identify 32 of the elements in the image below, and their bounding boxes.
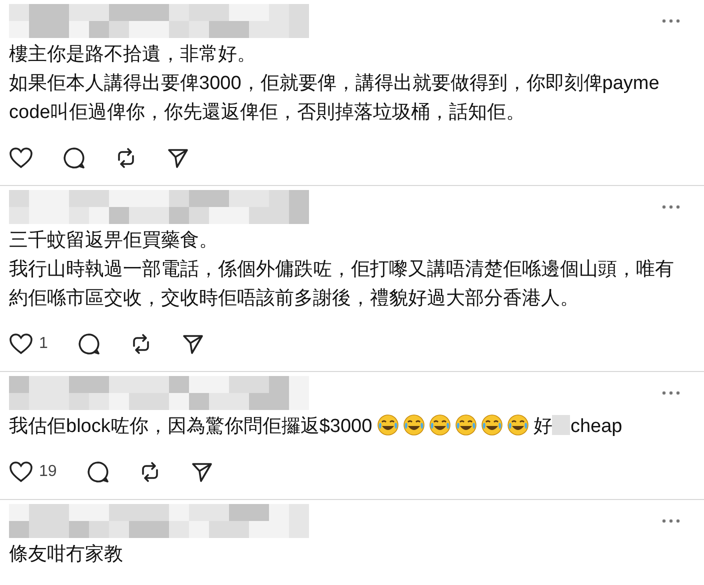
like-button[interactable]: 1 <box>9 333 48 355</box>
laughing-emoji-icon <box>481 414 504 436</box>
send-icon[interactable] <box>167 147 189 169</box>
heart-icon <box>9 461 33 483</box>
more-options-icon[interactable] <box>662 519 680 523</box>
comment-icon[interactable] <box>63 147 85 169</box>
comment-text: 三千蚊留返畀佢買藥食。 <box>9 229 219 253</box>
more-options-icon[interactable] <box>662 391 680 395</box>
like-count: 19 <box>39 463 57 481</box>
comment-text: 樓主你是路不拾遺，非常好。 <box>9 43 257 67</box>
blurred-word <box>552 415 570 435</box>
laughing-emoji-icon <box>507 414 530 436</box>
like-button[interactable] <box>9 147 33 169</box>
comment-icon[interactable] <box>78 333 100 355</box>
more-options-icon[interactable] <box>662 19 680 23</box>
laughing-emoji-icon <box>403 414 426 436</box>
laughing-emoji-icon <box>377 414 400 436</box>
comment-text: 我行山時執過一部電話，係個外傭跌咗，佢打嚟又講唔清楚佢喺邊個山頭，唯有約佢喺市區交收，交收時佢唔該前多謝後，禮貌好過大部分香港人。 <box>9 258 675 311</box>
heart-icon <box>9 333 33 355</box>
like-button[interactable]: 19 <box>9 461 57 483</box>
send-icon[interactable] <box>190 461 213 483</box>
repost-icon[interactable] <box>115 147 137 169</box>
comment-text: 如果佢本人講得出要俾3000，佢就要俾，講得出就要做得到，你即刻俾payme code叫佢過俾你，你先還返俾佢，否則掉落垃圾桶，話知佢。 <box>9 72 660 125</box>
comment-text: 我估佢block咗你，因為驚你問佢攞返$3000 好 cheap <box>9 413 624 439</box>
laughing-emoji-icon <box>455 414 478 436</box>
laughing-emoji-icon <box>429 414 452 436</box>
comment-icon[interactable] <box>86 461 109 483</box>
comment-text: 條友咁冇家教 <box>9 543 124 567</box>
more-options-icon[interactable] <box>662 205 680 209</box>
like-count: 1 <box>39 335 48 353</box>
heart-icon <box>9 147 33 169</box>
send-icon[interactable] <box>182 333 204 355</box>
